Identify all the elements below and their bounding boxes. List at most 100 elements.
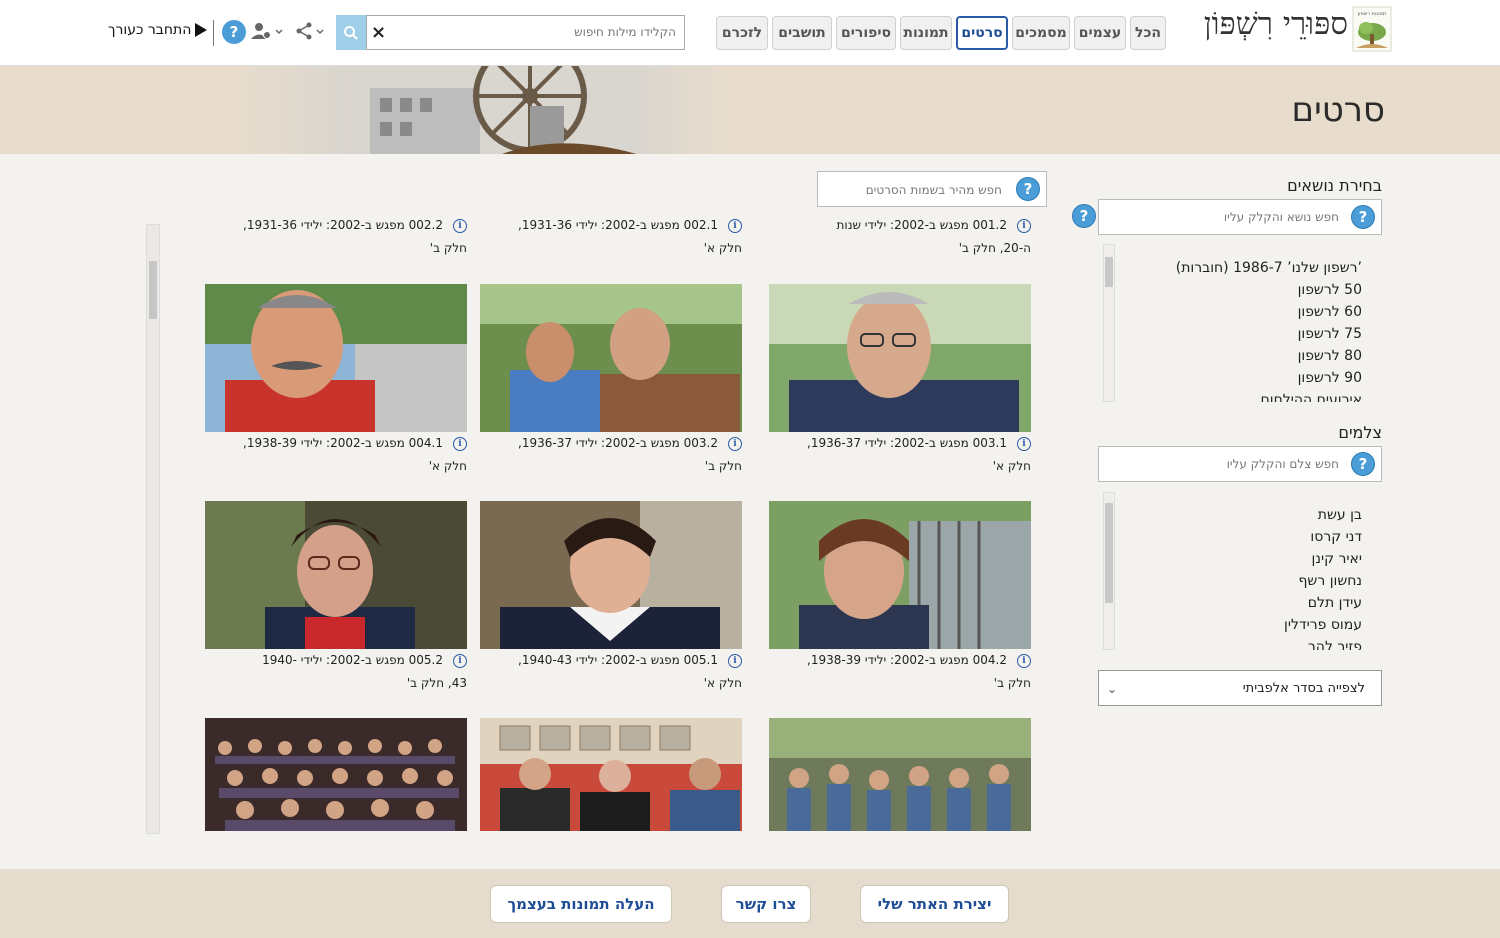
info-icon[interactable]: i bbox=[728, 219, 742, 233]
scroll-thumb[interactable] bbox=[149, 261, 157, 319]
film-thumbnail[interactable] bbox=[480, 718, 742, 831]
topics-list: ’רשפון שלנו’ 1986-7 (חוברות) 50 לרשפון 60 … bbox=[1112, 257, 1362, 402]
list-item[interactable]: 50 לרשפון bbox=[1112, 279, 1362, 301]
film-thumbnail[interactable] bbox=[769, 718, 1031, 831]
tab-7[interactable]: עצמים bbox=[1074, 16, 1126, 50]
svg-text:תמונות רשפון: תמונות רשפון bbox=[1358, 11, 1387, 17]
search-placeholder: הקלידו מילות חיפוש bbox=[574, 25, 676, 39]
info-icon[interactable]: i bbox=[728, 654, 742, 668]
list-item[interactable]: נחשון רשף bbox=[1112, 570, 1362, 592]
tab-1[interactable]: לזכרם bbox=[716, 16, 768, 50]
contact-button[interactable]: צרו קשר bbox=[721, 885, 811, 923]
list-item[interactable]: 75 לרשפון bbox=[1112, 323, 1362, 345]
topics-help-icon[interactable]: ? bbox=[1072, 204, 1096, 228]
film-title: 002.2 מפגש ב-2002: ילידי 1931-36, bbox=[243, 218, 443, 232]
film-subtitle: חלק א' bbox=[703, 241, 742, 255]
film-subtitle: 43, חלק ב' bbox=[406, 676, 467, 690]
topic-search-help-icon[interactable]: ? bbox=[1351, 205, 1375, 229]
films-scrollbar[interactable] bbox=[146, 224, 160, 834]
info-icon[interactable]: i bbox=[453, 219, 467, 233]
list-item[interactable]: עמוס פרידלין bbox=[1112, 614, 1362, 636]
create-my-site-button[interactable]: יצירת האתר שלי bbox=[860, 885, 1009, 923]
list-item[interactable]: אירועים ההילחום bbox=[1112, 389, 1362, 402]
chevron-down-icon: ⌄ bbox=[1107, 682, 1118, 696]
film-search-help-icon[interactable]: ? bbox=[1016, 177, 1040, 201]
topic-search-input[interactable]: חפש נושא והקלק עליו ? bbox=[1098, 199, 1382, 235]
list-item[interactable]: יאיר קינן bbox=[1112, 548, 1362, 570]
list-item[interactable]: 90 לרשפון bbox=[1112, 367, 1362, 389]
tab-4[interactable]: תמונות bbox=[900, 16, 952, 50]
film-subtitle: חלק א' bbox=[428, 459, 467, 473]
film-title: 001.2 מפגש ב-2002: ילידי שנות bbox=[836, 218, 1007, 232]
film-thumbnail[interactable] bbox=[205, 284, 467, 432]
info-icon[interactable]: i bbox=[1017, 219, 1031, 233]
tab-6[interactable]: מסמכים bbox=[1012, 16, 1070, 50]
film-thumbnail[interactable] bbox=[480, 501, 742, 649]
sort-value: לצפייה בסדר אלפביתי bbox=[1242, 681, 1365, 696]
film-subtitle: חלק ב' bbox=[429, 241, 467, 255]
list-item[interactable]: 60 לרשפון bbox=[1112, 301, 1362, 323]
film-subtitle: חלק א' bbox=[992, 459, 1031, 473]
tab-3[interactable]: סיפורים bbox=[836, 16, 896, 50]
photographers-list: בן עשת דני קרסו יאיר קינן נחשון רשף עידן תלם… bbox=[1112, 504, 1362, 650]
sort-select[interactable]: לצפייה בסדר אלפביתי ⌄ bbox=[1098, 670, 1382, 706]
play-icon bbox=[195, 23, 208, 37]
tab-5[interactable]: סרטים bbox=[956, 16, 1008, 50]
info-icon[interactable]: i bbox=[728, 437, 742, 451]
photographer-search-help-icon[interactable]: ? bbox=[1351, 452, 1375, 476]
list-item[interactable]: עידן תלם bbox=[1112, 592, 1362, 614]
info-icon[interactable]: i bbox=[1017, 437, 1031, 451]
film-caption[interactable]: i 004.2 מפגש ב-2002: ילידי 1938-39, חלק ב' bbox=[769, 649, 1031, 695]
photographer-search-input[interactable]: חפש צלם והקלק עליו ? bbox=[1098, 446, 1382, 482]
film-caption[interactable]: i 004.1 מפגש ב-2002: ילידי 1938-39, חלק א' bbox=[205, 432, 467, 478]
film-subtitle: חלק ב' bbox=[993, 676, 1031, 690]
film-title: 004.2 מפגש ב-2002: ילידי 1938-39, bbox=[807, 653, 1007, 667]
info-icon[interactable]: i bbox=[453, 437, 467, 451]
main-tabs: לזכרם תושבים סיפורים תמונות סרטים מסמכים עצמים… bbox=[716, 16, 1166, 50]
film-caption[interactable]: i 005.2 מפגש ב-2002: ילידי -1940 43, חלק ב… bbox=[205, 649, 467, 695]
film-thumbnail[interactable] bbox=[205, 501, 467, 649]
film-title: 005.1 מפגש ב-2002: ילידי 1940-43, bbox=[518, 653, 718, 667]
film-caption[interactable]: i 005.1 מפגש ב-2002: ילידי 1940-43, חלק א' bbox=[480, 649, 742, 695]
tab-8[interactable]: הכל bbox=[1130, 16, 1166, 50]
film-thumbnail[interactable] bbox=[205, 718, 467, 831]
list-item[interactable]: 80 לרשפון bbox=[1112, 345, 1362, 367]
info-icon[interactable]: i bbox=[453, 654, 467, 668]
search-input[interactable]: הקלידו מילות חיפוש × bbox=[366, 15, 685, 50]
site-logo[interactable]: תמונות רשפון bbox=[1352, 6, 1392, 52]
help-icon[interactable]: ? bbox=[222, 20, 246, 44]
list-item[interactable]: בן עשת bbox=[1112, 504, 1362, 526]
film-caption[interactable]: i 002.1 מפגש ב-2002: ילידי 1931-36, חלק א' bbox=[480, 214, 742, 260]
user-settings-icon[interactable] bbox=[251, 22, 287, 42]
film-title: 005.2 מפגש ב-2002: ילידי -1940 bbox=[262, 653, 443, 667]
topic-search-placeholder: חפש נושא והקלק עליו bbox=[1223, 210, 1339, 224]
search-button[interactable] bbox=[336, 15, 366, 50]
upload-photos-button[interactable]: העלה תמונות בעצמך bbox=[490, 885, 672, 923]
share-icon[interactable] bbox=[296, 22, 326, 42]
film-title: 003.1 מפגש ב-2002: ילידי 1936-37, bbox=[807, 436, 1007, 450]
film-thumbnail[interactable] bbox=[769, 284, 1031, 432]
film-thumbnail[interactable] bbox=[769, 501, 1031, 649]
login-label: התחבר כעורך bbox=[108, 22, 192, 38]
film-caption[interactable]: i 003.2 מפגש ב-2002: ילידי 1936-37, חלק ב' bbox=[480, 432, 742, 478]
tab-2[interactable]: תושבים bbox=[772, 16, 832, 50]
footer: יצירת האתר שלי צרו קשר העלה תמונות בעצמך bbox=[0, 869, 1500, 938]
list-item[interactable]: פזיר להר bbox=[1112, 636, 1362, 650]
list-item[interactable]: ’רשפון שלנו’ 1986-7 (חוברות) bbox=[1112, 257, 1362, 279]
info-icon[interactable]: i bbox=[1017, 654, 1031, 668]
film-caption[interactable]: i 003.1 מפגש ב-2002: ילידי 1936-37, חלק א' bbox=[769, 432, 1031, 478]
film-caption[interactable]: i 002.2 מפגש ב-2002: ילידי 1931-36, חלק ב' bbox=[205, 214, 467, 260]
login-link[interactable]: התחבר כעורך bbox=[108, 22, 208, 38]
clear-search-icon[interactable]: × bbox=[371, 22, 386, 43]
site-title[interactable]: ספּוּרֵי רִשְׁפּוֹן bbox=[1204, 6, 1348, 42]
film-caption[interactable]: i 001.2 מפגש ב-2002: ילידי שנות ה-20, חלק … bbox=[769, 214, 1031, 260]
film-subtitle: חלק א' bbox=[703, 676, 742, 690]
film-thumbnail[interactable] bbox=[480, 284, 742, 432]
film-quick-search-input[interactable]: חפש מהיר בשמות הסרטים ? bbox=[817, 171, 1047, 207]
list-item[interactable]: דני קרסו bbox=[1112, 526, 1362, 548]
film-search-placeholder: חפש מהיר בשמות הסרטים bbox=[865, 183, 1002, 197]
top-navbar: תמונות רשפון ספּוּרֵי רִשְׁפּוֹן לזכרם תו… bbox=[0, 0, 1500, 66]
film-title: 002.1 מפגש ב-2002: ילידי 1931-36, bbox=[518, 218, 718, 232]
topics-title: בחירת נושאים bbox=[1287, 176, 1382, 195]
film-title: 004.1 מפגש ב-2002: ילידי 1938-39, bbox=[243, 436, 443, 450]
